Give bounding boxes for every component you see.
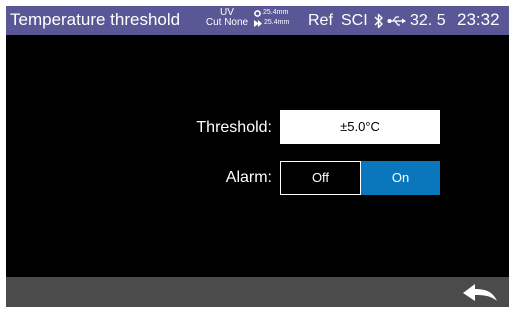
uv-cut-indicator: UV Cut None (202, 8, 252, 28)
sci-indicator: SCI (341, 12, 368, 29)
ref-indicator: Ref (308, 12, 333, 29)
bottom-bar (6, 277, 509, 307)
clock: 23:32 (457, 10, 500, 29)
alarm-label: Alarm: (225, 169, 272, 186)
fiber-circle-icon (254, 9, 261, 17)
alarm-off-option[interactable]: Off (280, 161, 361, 195)
fiber-arrow-icon (254, 19, 262, 27)
device-screen: Temperature threshold UV Cut None 25.4mm… (6, 6, 509, 307)
back-button[interactable] (460, 280, 500, 304)
alarm-on-option[interactable]: On (361, 161, 440, 195)
fiber-length-indicator: 25.4mm 25.4mm (254, 8, 289, 28)
page-title: Temperature threshold (10, 10, 181, 29)
cut-label: Cut None (205, 17, 249, 28)
back-arrow-icon (463, 284, 497, 301)
battery-value: 32. 5 (410, 12, 446, 29)
threshold-value-field[interactable]: ±5.0°C (280, 110, 440, 144)
fiber-right-length: 25.4mm (264, 19, 290, 26)
fiber-left-length: 25.4mm (263, 9, 289, 16)
threshold-label: Threshold: (196, 119, 272, 136)
bluetooth-icon (374, 13, 383, 29)
alarm-toggle[interactable]: Off On (280, 161, 440, 195)
status-bar: Temperature threshold UV Cut None 25.4mm… (6, 6, 509, 35)
usb-icon (387, 16, 406, 26)
